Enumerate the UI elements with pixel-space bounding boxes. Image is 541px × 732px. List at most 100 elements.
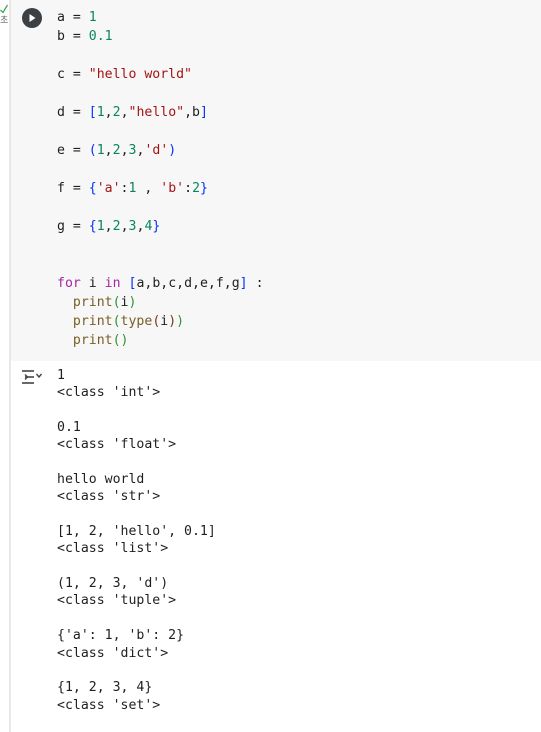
output-actions-icon[interactable] [20, 368, 44, 390]
code-line: c = "hello world" [57, 65, 264, 84]
code-line: f = {'a':1 , 'b':2} [57, 179, 264, 198]
code-token: : [247, 276, 264, 291]
check-icon [0, 4, 8, 14]
code-line: a = 1 [57, 8, 264, 27]
output-line: 1 [57, 368, 65, 383]
output-line: 0.1 [57, 420, 81, 436]
left-gutter: 초 [0, 0, 11, 732]
code-token: () [112, 333, 129, 348]
output-line: <class 'set'> [57, 697, 161, 713]
output-line: {'a': 1, 'b': 2} [57, 628, 185, 644]
code-token: , [120, 105, 129, 120]
code-token: 1 [96, 143, 105, 158]
code-token: type [120, 314, 153, 329]
code-token: f = [57, 181, 89, 196]
code-token: ) [168, 143, 177, 158]
code-token: 2 [112, 143, 121, 158]
code-token: 2 [112, 219, 121, 234]
code-token: } [200, 181, 208, 196]
code-token: { [88, 181, 97, 196]
code-line: e = (1,2,3,'d') [57, 141, 264, 160]
code-token: g = [57, 219, 89, 234]
code-token: 0.1 [88, 29, 113, 44]
code-line: print(type(i)) [57, 312, 264, 331]
code-token: ] [239, 276, 248, 291]
cell-output: 1 <class 'int'> 0.1 <class 'float'> hello wo… [57, 367, 216, 714]
run-cell-button[interactable] [22, 8, 42, 28]
play-icon [29, 14, 36, 22]
code-token: for [57, 276, 81, 291]
code-token: , [136, 181, 161, 196]
output-line: <class 'tuple'> [57, 593, 177, 609]
code-token: 'b' [160, 181, 185, 196]
code-line: g = {1,2,3,4} [57, 217, 264, 236]
code-token: } [152, 219, 161, 234]
output-line: <class 'str'> [57, 489, 161, 505]
output-line: <class 'float'> [57, 437, 177, 453]
code-token: i [120, 295, 129, 310]
code-token: , [104, 219, 113, 234]
code-token: "hello" [128, 105, 185, 120]
output-line: hello world [57, 472, 145, 488]
code-token: , [120, 219, 129, 234]
code-token: c = [57, 67, 89, 82]
code-token: ) [128, 295, 137, 310]
code-token: [ [88, 105, 97, 120]
code-token: 2 [192, 181, 201, 196]
code-token: ( [112, 295, 121, 310]
output-line: {1, 2, 3, 4} [57, 680, 153, 696]
code-token: , [120, 143, 129, 158]
output-line: <class 'int'> [57, 385, 161, 401]
output-line: <class 'list'> [57, 541, 169, 557]
code-token: ] [200, 105, 208, 120]
code-token: ( [88, 143, 97, 158]
code-token: b = [57, 29, 89, 44]
code-line: d = [1,2,"hello",b] [57, 103, 264, 122]
code-token: in [104, 276, 121, 291]
code-editor[interactable]: a = 1b = 0.1 c = "hello world" d = [1,2,"h… [57, 8, 264, 350]
code-token: 'd' [144, 143, 169, 158]
output-line: (1, 2, 3, 'd') [57, 576, 169, 592]
code-line: b = 0.1 [57, 27, 264, 46]
execution-status-label: 초 [0, 16, 9, 26]
code-token: d = [57, 105, 89, 120]
code-line: for i in [a,b,c,d,e,f,g] : [57, 274, 264, 293]
code-token: : [184, 181, 193, 196]
code-token: ( [112, 314, 121, 329]
code-token: ,b [184, 105, 200, 120]
code-token: , [104, 105, 113, 120]
code-token: print [72, 314, 113, 329]
output-line: <class 'dict'> [57, 645, 169, 661]
output-line: [1, 2, 'hello', 0.1] [57, 524, 216, 540]
code-token: i [80, 276, 105, 291]
code-token: 1 [88, 10, 97, 25]
code-token: print [72, 295, 113, 310]
code-token: a,b,c,d,e,f,g [136, 276, 240, 291]
code-token: e = [57, 143, 89, 158]
code-token: "hello world" [88, 67, 192, 82]
code-token: 'a' [96, 181, 121, 196]
code-token: a = [57, 10, 89, 25]
code-token: , [104, 143, 113, 158]
code-line: print() [57, 331, 264, 350]
code-token: 1 [96, 105, 105, 120]
code-token: { [88, 219, 97, 234]
code-token: ) [176, 314, 185, 329]
code-token: : [120, 181, 129, 196]
